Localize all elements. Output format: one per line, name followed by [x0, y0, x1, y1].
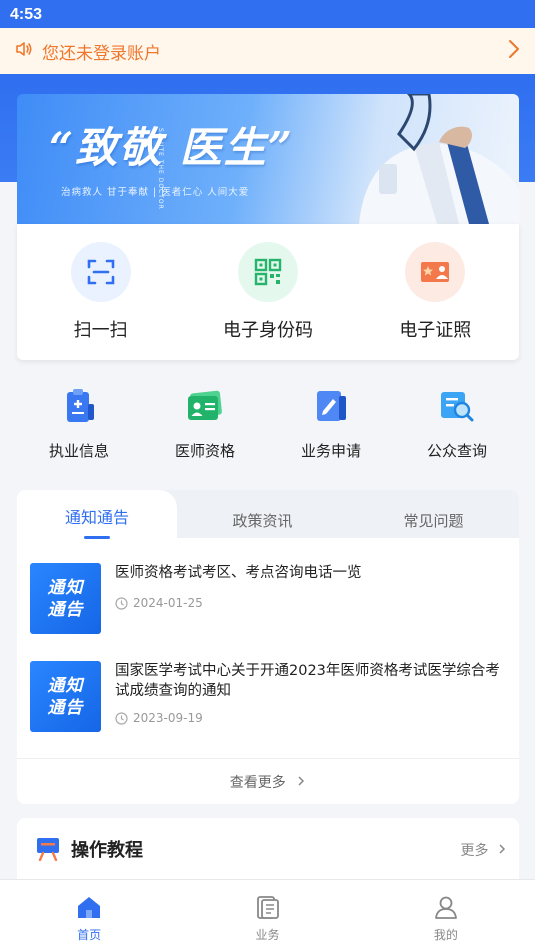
view-more-label: 查看更多: [229, 775, 286, 791]
login-notice-text: 您还未登录账户: [42, 43, 161, 64]
function-label: 执业信息: [48, 442, 109, 460]
hero-banner[interactable]: “致敬 医生” SALUTE THE DOCTOR 治病救人 甘于奉献 | 医者…: [17, 94, 519, 224]
chevron-right-icon: [499, 844, 506, 854]
banner-title: “致敬 医生”: [49, 123, 294, 172]
news-item[interactable]: 通知 通告 国家医学考试中心关于开通2023年医师资格考试医学综合考试成绩查询的…: [30, 661, 510, 733]
tab-business[interactable]: 业务: [178, 880, 356, 951]
business-icon: [257, 896, 280, 919]
practice-info-icon: [67, 389, 94, 422]
quick-action-label: 电子身份码: [222, 320, 313, 340]
quick-action-scan[interactable]: 扫一扫: [31, 242, 171, 360]
clock-icon: [115, 711, 128, 725]
tab-label: 政策资讯: [232, 512, 293, 530]
tab-faq[interactable]: 常见问题: [348, 490, 519, 538]
function-label: 医师资格: [174, 442, 235, 460]
quick-actions-card: 扫一扫 电子身份码 电子证照: [17, 224, 519, 360]
active-tab-indicator: [84, 536, 110, 539]
thumbnail-text: 通知: [47, 676, 84, 696]
qr-code-icon: [237, 242, 298, 302]
tab-label: 我的: [433, 928, 458, 942]
tab-notices[interactable]: 通知通告: [17, 490, 177, 539]
tutorial-icon: [37, 838, 59, 861]
function-business-apply[interactable]: 业务申请: [281, 386, 381, 466]
quick-action-label: 扫一扫: [73, 320, 128, 340]
business-apply-icon: [317, 391, 346, 421]
news-item[interactable]: 通知 通告 医师资格考试考区、考点咨询电话一览 2024-01-25: [30, 563, 510, 635]
function-public-search[interactable]: 公众查询: [407, 386, 507, 466]
tab-home[interactable]: 首页: [0, 880, 178, 951]
tutorial-card[interactable]: 操作教程 更多: [17, 818, 519, 888]
news-date: 2024-01-25: [115, 596, 203, 610]
tab-label: 通知通告: [64, 508, 129, 527]
quick-action-label: 电子证照: [399, 320, 472, 340]
function-doctor-qualification[interactable]: 医师资格: [155, 386, 255, 466]
notice-thumbnail: 通知 通告: [30, 661, 101, 732]
public-search-icon: [441, 392, 474, 422]
profile-icon: [434, 896, 457, 919]
doctor-qualification-icon: [188, 390, 222, 420]
thumbnail-text: 通知: [47, 578, 84, 598]
news-title: 医师资格考试考区、考点咨询电话一览: [115, 565, 362, 581]
login-notice-bar[interactable]: 您还未登录账户: [0, 28, 535, 74]
quick-action-e-license[interactable]: 电子证照: [365, 242, 505, 360]
chevron-right-icon: [507, 39, 521, 63]
chevron-right-icon: [298, 776, 305, 786]
doctor-illustration: [359, 94, 519, 224]
quick-action-identity-code[interactable]: 电子身份码: [198, 242, 338, 360]
id-card-icon: [405, 242, 466, 302]
status-time: 4:53: [10, 6, 43, 23]
home-icon: [78, 897, 101, 918]
news-date: 2023-09-19: [115, 711, 203, 725]
tab-label: 首页: [77, 928, 102, 942]
function-label: 业务申请: [300, 442, 361, 460]
tab-label: 常见问题: [403, 512, 464, 530]
tab-policy-news[interactable]: 政策资讯: [177, 490, 348, 538]
bottom-tab-bar: 首页 业务 我的: [0, 879, 535, 951]
news-card: 通知通告 政策资讯 常见问题 通知 通告 医师资格考试考区、考点咨询电话一览 2…: [17, 490, 519, 804]
function-grid: 执业信息 医师资格 业务申请 公众查询: [17, 386, 519, 466]
tab-profile[interactable]: 我的: [357, 880, 535, 951]
thumbnail-text: 通告: [47, 600, 84, 620]
clock-icon: [115, 596, 128, 610]
function-practice-info[interactable]: 执业信息: [29, 386, 129, 466]
status-bar: 4:53: [0, 0, 535, 28]
scan-icon: [70, 242, 131, 302]
tutorial-more-label: 更多: [460, 843, 489, 859]
news-tabs: 通知通告 政策资讯 常见问题: [17, 490, 519, 539]
speaker-icon: [14, 39, 34, 63]
view-more-button[interactable]: 查看更多: [17, 758, 519, 804]
thumbnail-text: 通告: [47, 698, 84, 718]
news-title: 国家医学考试中心关于开通2023年医师资格考试医学综合考试成绩查询的通知: [115, 663, 500, 699]
function-label: 公众查询: [426, 442, 487, 460]
banner-subtitle: 治病救人 甘于奉献 | 医者仁心 人间大爱: [61, 187, 250, 198]
tab-label: 业务: [255, 928, 280, 942]
news-date-text: 2023-09-19: [133, 711, 203, 725]
notice-thumbnail: 通知 通告: [30, 563, 101, 634]
tutorial-title: 操作教程: [71, 840, 143, 861]
tutorial-more-link[interactable]: 更多: [461, 840, 507, 860]
news-date-text: 2024-01-25: [133, 596, 203, 610]
